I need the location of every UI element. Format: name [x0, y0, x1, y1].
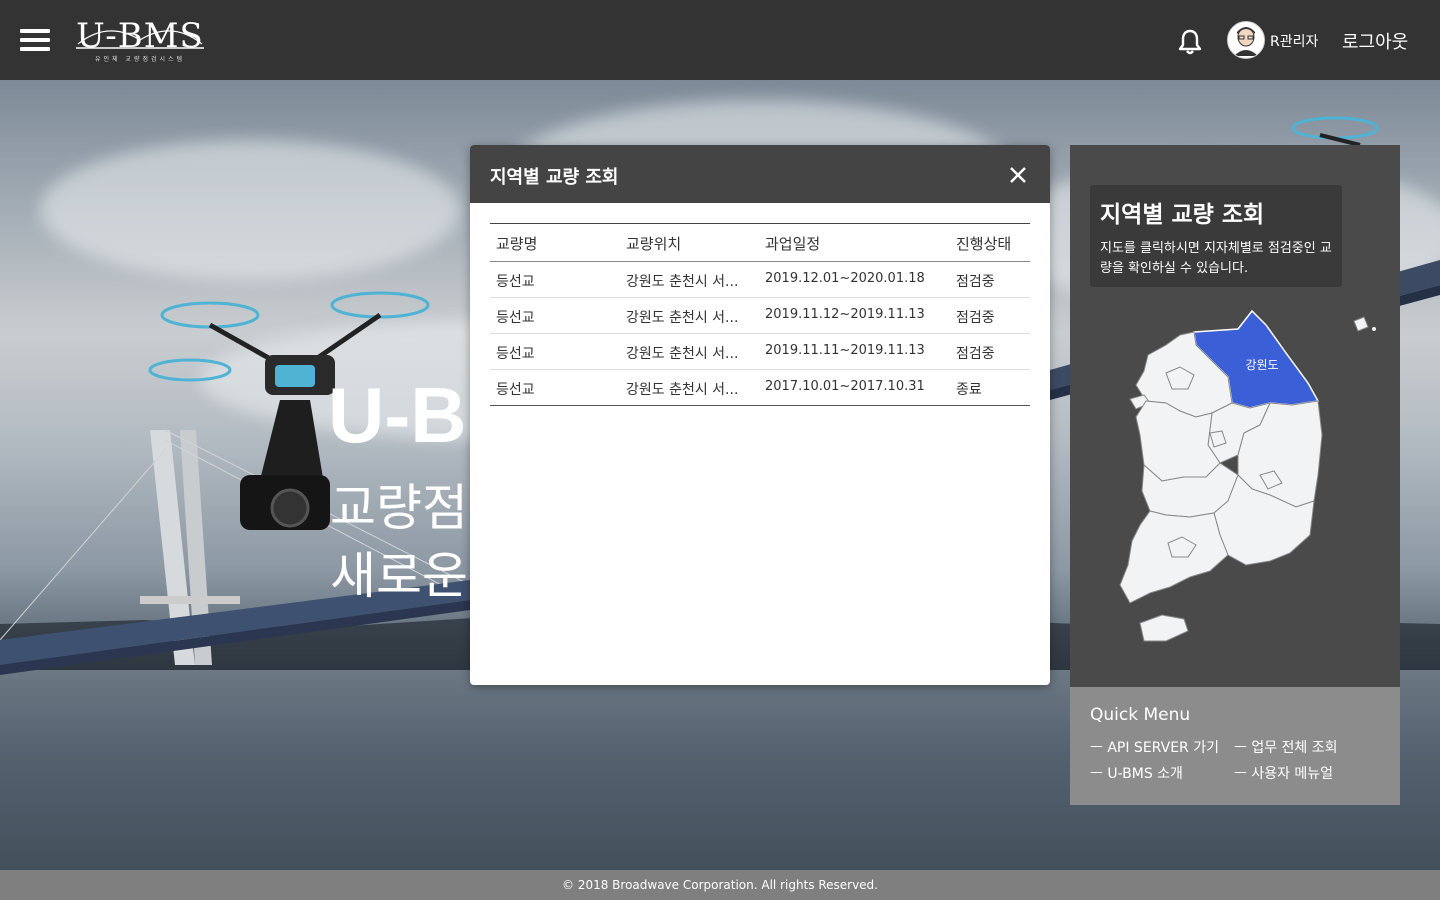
region-bridge-modal: 지역별 교량 조회 교량명 교량위치 과업일정 진행상태 등선교 강원도 춘천시…	[470, 145, 1050, 685]
bridge-status: 종료	[956, 382, 982, 398]
region-jeju[interactable]	[1139, 614, 1189, 642]
top-header: U-BMS 유인체 교량점검시스템 R관리자 로그아웃	[0, 0, 1440, 80]
panel-title: 지역별 교량 조회	[1100, 202, 1265, 228]
bridge-status: 점검중	[956, 346, 995, 362]
bridge-table: 교량명 교량위치 과업일정 진행상태 등선교 강원도 춘천시 서... 2019…	[490, 223, 1030, 406]
quick-menu-about[interactable]: ㅡ U-BMS 소개	[1090, 763, 1183, 783]
copyright-text: © 2018 Broadwave Corporation. All rights…	[562, 878, 878, 892]
map-section: 지역별 교량 조회 지도를 클릭하시면 지자체별로 점검중인 교량을 확인하실 …	[1070, 145, 1400, 687]
quick-menu-all-tasks[interactable]: ㅡ 업무 전체 조회	[1234, 737, 1338, 757]
panel-info-box: 지역별 교량 조회 지도를 클릭하시면 지자체별로 점검중인 교량을 확인하실 …	[1090, 185, 1342, 287]
region-panel: 지역별 교량 조회 지도를 클릭하시면 지자체별로 점검중인 교량을 확인하실 …	[1070, 145, 1400, 805]
hero-subtitle-1: 교량점	[330, 479, 468, 537]
quick-menu: Quick Menu ㅡ API SERVER 가기 ㅡ 업무 전체 조회 ㅡ …	[1070, 687, 1400, 805]
bridge-name: 등선교	[496, 274, 535, 290]
bridge-schedule: 2019.12.01~2020.01.18	[765, 271, 925, 286]
user-name[interactable]: R관리자	[1270, 31, 1318, 51]
bridge-name: 등선교	[496, 310, 535, 326]
bridge-status: 점검중	[956, 310, 995, 326]
hero-title: U-B	[328, 371, 467, 459]
table-row[interactable]: 등선교 강원도 춘천시 서... 2019.11.11~2019.11.13 점…	[490, 334, 1030, 370]
bell-icon[interactable]	[1177, 28, 1203, 56]
column-header-schedule: 과업일정	[765, 235, 821, 253]
bridge-name: 등선교	[496, 346, 535, 362]
quick-menu-manual[interactable]: ㅡ 사용자 메뉴얼	[1234, 763, 1333, 783]
bridge-schedule: 2017.10.01~2017.10.31	[765, 379, 925, 394]
column-header-location: 교량위치	[626, 235, 682, 253]
table-header-row: 교량명 교량위치 과업일정 진행상태	[490, 224, 1030, 262]
bridge-status: 점검중	[956, 274, 995, 290]
avatar-icon[interactable]	[1227, 21, 1265, 59]
quick-menu-title: Quick Menu	[1090, 705, 1191, 725]
column-header-status: 진행상태	[956, 235, 1012, 253]
korea-map: 강원도	[1119, 309, 1376, 642]
bridge-name: 등선교	[496, 382, 535, 398]
table-row[interactable]: 등선교 강원도 춘천시 서... 2019.11.12~2019.11.13 점…	[490, 298, 1030, 334]
close-icon[interactable]	[1008, 165, 1028, 185]
bridge-schedule: 2019.11.12~2019.11.13	[765, 307, 925, 322]
panel-description: 지도를 클릭하시면 지자체별로 점검중인 교량을 확인하실 수 있습니다.	[1100, 241, 1332, 276]
column-header-name: 교량명	[496, 235, 538, 253]
bridge-location: 강원도 춘천시 서...	[626, 274, 739, 290]
hero-subtitle-2: 새로운	[330, 547, 468, 605]
bridge-schedule: 2019.11.11~2019.11.13	[765, 343, 925, 358]
logo-text: U-BMS	[76, 16, 204, 56]
bridge-location: 강원도 춘천시 서...	[626, 382, 739, 398]
table-row[interactable]: 등선교 강원도 춘천시 서... 2019.12.01~2020.01.18 점…	[490, 262, 1030, 298]
modal-header: 지역별 교량 조회	[470, 145, 1050, 203]
quick-menu-api-server[interactable]: ㅡ API SERVER 가기	[1090, 737, 1219, 757]
footer: © 2018 Broadwave Corporation. All rights…	[0, 870, 1440, 900]
bridge-location: 강원도 춘천시 서...	[626, 346, 739, 362]
bridge-location: 강원도 춘천시 서...	[626, 310, 739, 326]
modal-title: 지역별 교량 조회	[490, 167, 619, 188]
logout-button[interactable]: 로그아웃	[1342, 28, 1408, 54]
menu-icon[interactable]	[20, 29, 50, 51]
logo[interactable]: U-BMS 유인체 교량점검시스템	[68, 14, 212, 66]
logo-subtitle: 유인체 교량점검시스템	[94, 56, 186, 63]
map-region-label: 강원도	[1245, 358, 1278, 372]
table-row[interactable]: 등선교 강원도 춘천시 서... 2017.10.01~2017.10.31 종…	[490, 370, 1030, 406]
